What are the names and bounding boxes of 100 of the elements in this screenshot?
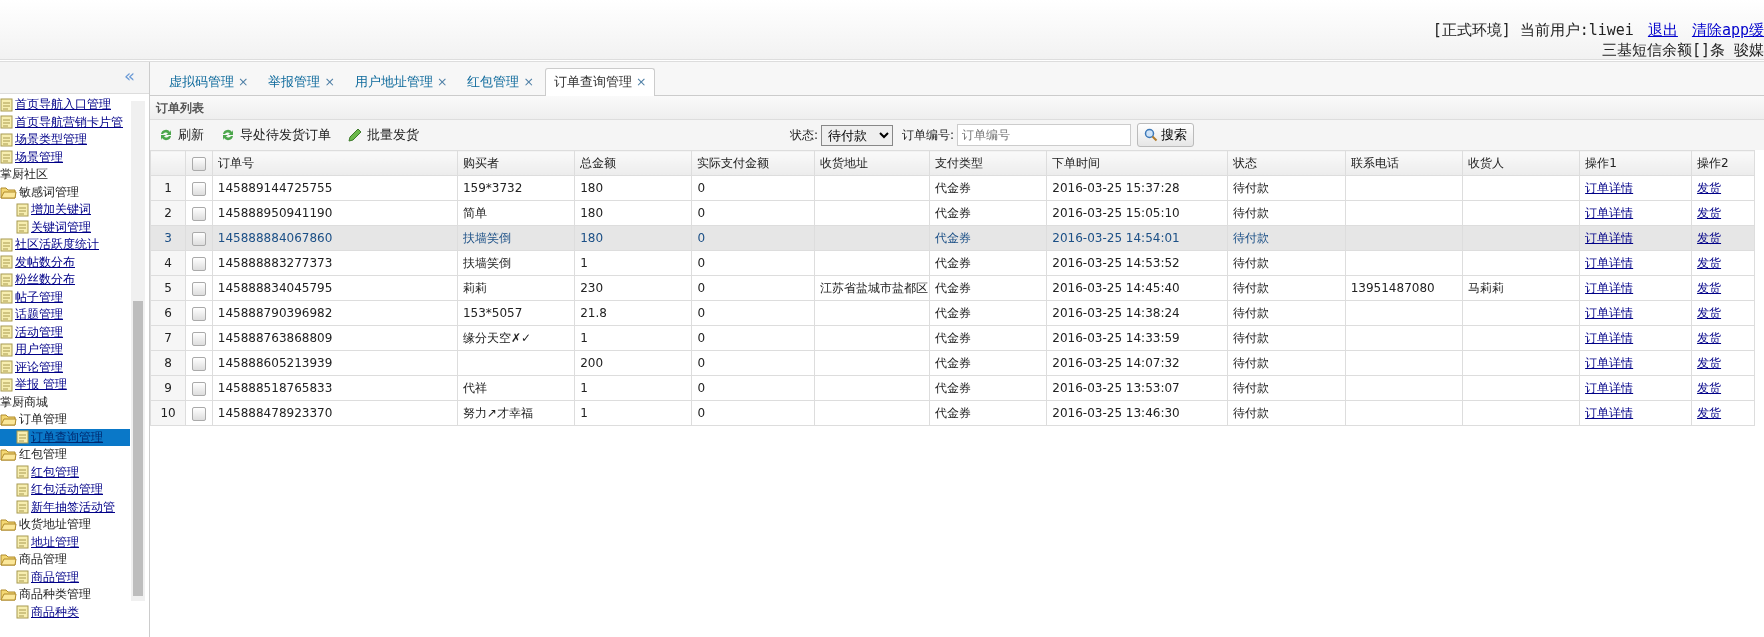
row-checkbox[interactable] bbox=[191, 231, 206, 246]
close-icon[interactable]: × bbox=[635, 73, 647, 92]
tree-link[interactable]: 场景类型管理 bbox=[15, 131, 87, 149]
tree-link[interactable]: 社区活跃度统计 bbox=[15, 236, 99, 254]
tree-link[interactable]: 商品种类 bbox=[31, 603, 79, 621]
search-button[interactable]: 搜索 bbox=[1137, 123, 1194, 147]
toolbar-button[interactable]: 导处待发货订单 bbox=[220, 125, 331, 145]
tree-link[interactable]: 评论管理 bbox=[15, 358, 63, 376]
tree-link[interactable]: 场景管理 bbox=[15, 148, 63, 166]
close-icon[interactable]: × bbox=[523, 72, 534, 92]
tree-link[interactable]: 首页导航入口管理 bbox=[15, 96, 111, 114]
status-select[interactable]: 待付款 bbox=[820, 124, 893, 146]
close-icon[interactable]: × bbox=[238, 72, 249, 92]
document-icon bbox=[0, 360, 13, 375]
tree-folder[interactable]: 收货地址管理 bbox=[19, 516, 91, 534]
panel-title: 订单列表 bbox=[150, 96, 1764, 120]
table-cell: 待付款 bbox=[1233, 206, 1270, 220]
close-icon[interactable]: × bbox=[324, 72, 335, 92]
document-icon bbox=[16, 430, 29, 445]
header-link[interactable]: 退出 bbox=[1647, 21, 1678, 39]
column-header[interactable]: 操作1 bbox=[1579, 150, 1692, 176]
refresh-icon bbox=[220, 127, 236, 143]
tree-link[interactable]: 红包活动管理 bbox=[31, 481, 103, 499]
table-cell: 0 bbox=[697, 206, 706, 220]
table-cell: 145888478923370 bbox=[217, 406, 333, 420]
close-icon[interactable]: × bbox=[436, 72, 448, 92]
tree-link[interactable]: 活动管理 bbox=[15, 323, 63, 341]
row-checkbox[interactable] bbox=[191, 281, 206, 296]
table-cell: 2016-03-25 13:53:07 bbox=[1052, 381, 1180, 395]
tree-link[interactable]: 商品管理 bbox=[31, 568, 79, 586]
header-link[interactable]: 清除app缓 bbox=[1691, 21, 1764, 39]
scrollbar[interactable] bbox=[131, 101, 145, 601]
document-icon bbox=[16, 482, 29, 497]
tab[interactable]: 红包管理 × bbox=[458, 68, 543, 95]
tree-link[interactable]: 帖子管理 bbox=[15, 288, 63, 306]
column-header[interactable]: 订单号 bbox=[212, 150, 458, 176]
toolbar-button[interactable]: 刷新 bbox=[158, 125, 204, 145]
tab[interactable]: 用户地址管理 × bbox=[345, 68, 457, 95]
folder-icon bbox=[0, 588, 17, 602]
row-number: 1 bbox=[164, 181, 172, 195]
tree-link[interactable]: 发帖数分布 bbox=[15, 253, 75, 271]
document-icon bbox=[0, 307, 13, 322]
table-cell: 2016-03-25 14:07:32 bbox=[1052, 356, 1180, 370]
tree-link[interactable]: 粉丝数分布 bbox=[15, 271, 75, 289]
row-checkbox[interactable] bbox=[191, 356, 206, 371]
toolbar-button[interactable]: 批量发货 bbox=[347, 125, 419, 145]
row-checkbox[interactable] bbox=[191, 331, 206, 346]
tree-link[interactable]: 用户管理 bbox=[15, 341, 63, 359]
document-icon bbox=[0, 272, 13, 287]
tree-link[interactable]: 新年抽签活动管 bbox=[31, 498, 115, 516]
table-cell: 代金券 bbox=[935, 181, 972, 195]
table-cell: 努力↗才幸福 bbox=[462, 406, 533, 420]
column-header[interactable]: 操作2 bbox=[1691, 150, 1755, 176]
tree-folder[interactable]: 商品种类管理 bbox=[19, 586, 91, 604]
row-checkbox[interactable] bbox=[191, 406, 206, 421]
tab[interactable]: 举报管理 × bbox=[259, 68, 344, 95]
tree-folder[interactable]: 商品管理 bbox=[19, 551, 67, 569]
row-number: 4 bbox=[164, 256, 172, 270]
table-cell: 代金券 bbox=[935, 281, 972, 295]
table-cell: 扶墙笑倒 bbox=[462, 256, 511, 270]
column-header[interactable]: 支付类型 bbox=[929, 150, 1047, 176]
column-header[interactable]: 实际支付金额 bbox=[691, 150, 815, 176]
tree-folder[interactable]: 订单管理 bbox=[19, 411, 67, 429]
column-header[interactable]: 收货人 bbox=[1462, 150, 1580, 176]
tree-link[interactable]: 话题管理 bbox=[15, 306, 63, 324]
table-cell: 145889144725755 bbox=[217, 181, 333, 195]
row-checkbox[interactable] bbox=[191, 181, 206, 196]
table-cell: 145888790396982 bbox=[217, 306, 333, 320]
table-cell: 代金券 bbox=[935, 256, 972, 270]
search-icon bbox=[1144, 128, 1158, 142]
column-header[interactable]: 收货地址 bbox=[814, 150, 930, 176]
column-header[interactable]: 购买者 bbox=[457, 150, 575, 176]
tree-link[interactable]: 增加关键词 bbox=[31, 201, 91, 219]
row-checkbox[interactable] bbox=[191, 206, 206, 221]
order-number-field[interactable]: 订单编号 bbox=[957, 124, 1131, 146]
select-all-checkbox[interactable] bbox=[191, 156, 206, 171]
row-number: 7 bbox=[164, 331, 172, 345]
table-cell: 0 bbox=[697, 356, 706, 370]
column-header[interactable]: 联系电话 bbox=[1345, 150, 1463, 176]
tree-link[interactable]: 红包管理 bbox=[31, 463, 79, 481]
column-header[interactable]: 状态 bbox=[1227, 150, 1346, 176]
column-header[interactable]: 总金额 bbox=[574, 150, 692, 176]
tab[interactable]: 虚拟码管理 × bbox=[160, 68, 258, 95]
tree-folder[interactable]: 红包管理 bbox=[19, 446, 67, 464]
tree-link[interactable]: 举报 管理 bbox=[15, 376, 67, 394]
tab[interactable]: 订单查询管理 × bbox=[544, 68, 656, 96]
table-cell: 180 bbox=[580, 206, 604, 220]
row-checkbox[interactable] bbox=[191, 306, 206, 321]
current-user-label: 当前用户:liwei bbox=[1519, 21, 1634, 39]
row-checkbox[interactable] bbox=[191, 381, 206, 396]
tree-folder[interactable]: 敏感词管理 bbox=[19, 183, 79, 201]
table-cell: 代金券 bbox=[935, 356, 972, 370]
table-cell: 145888605213939 bbox=[217, 356, 333, 370]
document-icon bbox=[0, 325, 13, 340]
row-checkbox[interactable] bbox=[191, 256, 206, 271]
row-number: 3 bbox=[164, 231, 172, 245]
tree-link[interactable]: 首页导航营销卡片管 bbox=[15, 113, 123, 131]
column-header[interactable]: 下单时间 bbox=[1046, 150, 1228, 176]
tree-link[interactable]: 地址管理 bbox=[31, 533, 79, 551]
tree-link[interactable]: 关键词管理 bbox=[31, 218, 91, 236]
